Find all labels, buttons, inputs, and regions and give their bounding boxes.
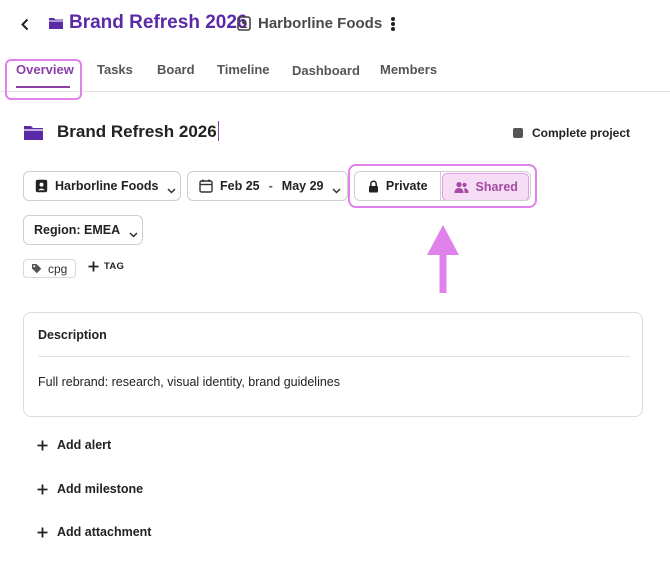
lock-icon bbox=[368, 180, 378, 192]
client-dropdown[interactable]: Harborline Foods bbox=[23, 171, 181, 201]
date-separator: - bbox=[268, 179, 273, 193]
add-milestone-label: Add milestone bbox=[57, 482, 144, 496]
tag-chip[interactable]: cpg bbox=[23, 259, 76, 278]
annotation-arrow bbox=[427, 225, 459, 293]
add-tag-button[interactable]: TAG bbox=[88, 261, 124, 272]
tab-board[interactable]: Board bbox=[157, 62, 195, 77]
active-tab-indicator bbox=[16, 86, 70, 88]
contact-card-icon bbox=[35, 179, 48, 193]
add-tag-label: TAG bbox=[104, 261, 125, 272]
plus-icon bbox=[37, 484, 48, 494]
tag-icon bbox=[32, 264, 42, 274]
region-value: Region: EMEA bbox=[34, 223, 121, 237]
plus-icon bbox=[37, 527, 48, 537]
complete-project-label[interactable]: Complete project bbox=[532, 126, 630, 140]
chevron-down-icon bbox=[129, 226, 138, 238]
shared-label: Shared bbox=[475, 180, 518, 194]
top-bar: Brand Refresh 2026 Harborline Foods bbox=[0, 0, 670, 50]
tab-overview[interactable]: Overview bbox=[16, 62, 74, 77]
privacy-toggle: Private Shared bbox=[354, 171, 531, 201]
tab-tasks[interactable]: Tasks bbox=[97, 62, 133, 77]
tab-members[interactable]: Members bbox=[380, 62, 437, 77]
contact-card-icon bbox=[237, 16, 251, 31]
tab-timeline[interactable]: Timeline bbox=[217, 62, 270, 77]
chevron-down-icon bbox=[332, 182, 342, 194]
plus-icon bbox=[37, 440, 48, 450]
kebab-icon[interactable] bbox=[386, 14, 400, 34]
add-attachment-label: Add attachment bbox=[57, 525, 152, 539]
region-dropdown[interactable]: Region: EMEA bbox=[23, 215, 143, 245]
tab-dashboard[interactable]: Dashboard bbox=[292, 63, 360, 78]
end-date: May 29 bbox=[281, 179, 324, 193]
description-heading: Description bbox=[38, 328, 107, 342]
folder-icon bbox=[23, 124, 44, 141]
add-attachment-button[interactable]: Add attachment bbox=[37, 525, 151, 539]
tag-label: cpg bbox=[48, 261, 68, 276]
project-title: Brand Refresh 2026 bbox=[69, 12, 248, 33]
chevron-left-icon[interactable] bbox=[17, 14, 33, 34]
tab-bar: Overview Tasks Board Timeline Dashboard … bbox=[0, 52, 670, 92]
users-icon bbox=[454, 181, 469, 193]
plus-icon bbox=[88, 261, 99, 272]
add-milestone-button[interactable]: Add milestone bbox=[37, 482, 143, 496]
add-alert-label: Add alert bbox=[57, 438, 112, 452]
folder-icon bbox=[48, 15, 64, 31]
calendar-icon bbox=[199, 179, 213, 193]
client-name[interactable]: Harborline Foods bbox=[258, 15, 382, 32]
shared-option[interactable]: Shared bbox=[442, 173, 529, 200]
private-label: Private bbox=[385, 179, 428, 193]
add-alert-button[interactable]: Add alert bbox=[37, 438, 111, 452]
chevron-down-icon bbox=[167, 182, 177, 194]
description-card: Description Full rebrand: research, visu… bbox=[23, 312, 643, 417]
date-range-dropdown[interactable]: Feb 25 - May 29 bbox=[187, 171, 348, 201]
client-value: Harborline Foods bbox=[55, 179, 159, 193]
description-text[interactable]: Full rebrand: research, visual identity,… bbox=[38, 375, 340, 389]
complete-checkbox[interactable] bbox=[513, 128, 523, 138]
divider bbox=[38, 356, 630, 357]
project-name-field[interactable]: Brand Refresh 2026 bbox=[57, 121, 219, 142]
private-option[interactable]: Private bbox=[355, 172, 442, 200]
start-date: Feb 25 bbox=[220, 179, 260, 193]
